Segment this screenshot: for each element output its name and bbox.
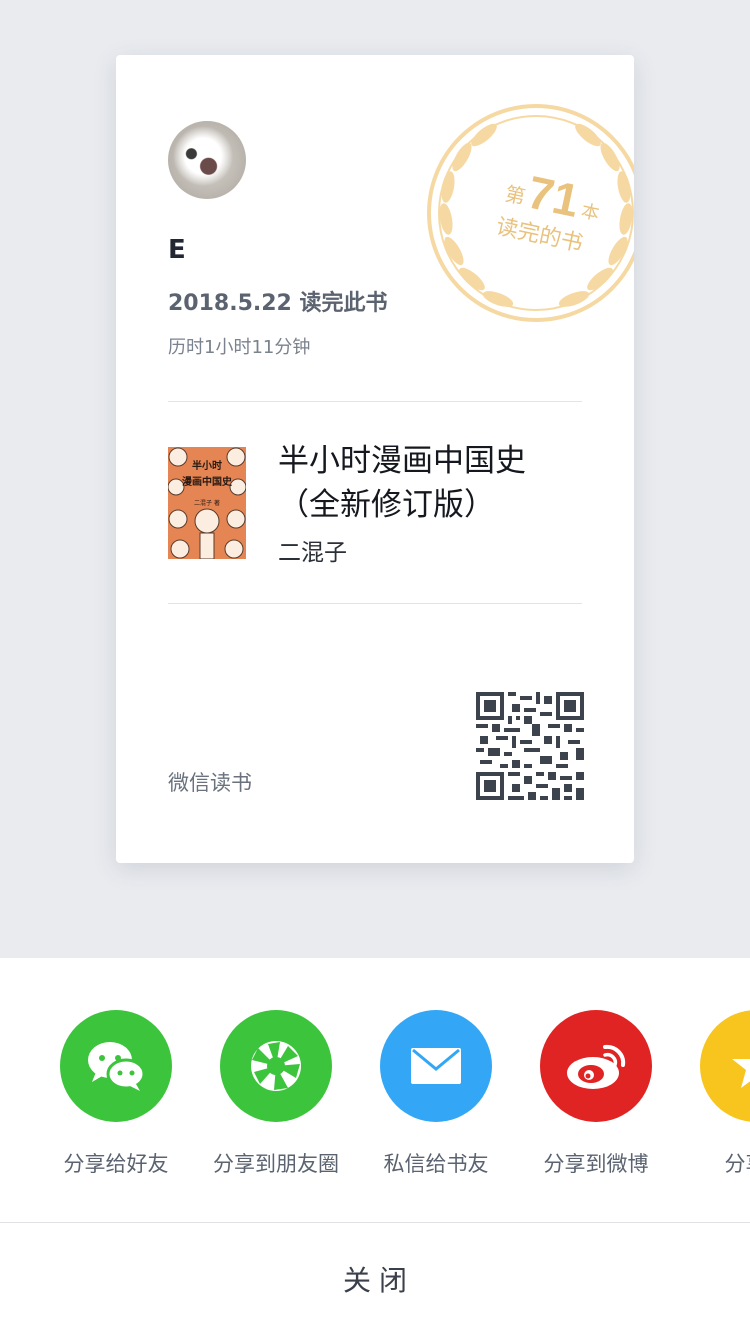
finished-book-card: E 2018.5.22 读完此书 历时1小时11分钟 第 71 本 读完的书 半… — [116, 55, 634, 863]
share-to-weibo-button[interactable]: 分享到微博 — [516, 1010, 676, 1190]
share-to-moments-label: 分享到朋友圈 — [213, 1152, 339, 1176]
book-cover[interactable]: 半小时 漫画中国史 二混子 著 — [168, 447, 246, 559]
badge-number: 71 — [523, 166, 584, 228]
divider — [168, 401, 582, 402]
cover-author: 二混子 著 — [194, 499, 220, 507]
share-to-other-label: 分享到 — [724, 1152, 750, 1176]
reading-duration: 历时1小时11分钟 — [168, 337, 311, 358]
user-avatar — [168, 121, 246, 199]
share-to-moments-button[interactable]: 分享到朋友圈 — [196, 1010, 356, 1190]
cover-title-line1: 半小时 — [192, 459, 222, 472]
book-cover-art: 半小时 漫画中国史 二混子 著 — [168, 447, 246, 559]
share-to-other-button[interactable]: 分享到 — [676, 1010, 750, 1190]
share-options: 分享给好友 分享到朋友圈 私信给书友 分享到微博 分 — [0, 958, 750, 1222]
book-author: 二混子 — [278, 540, 347, 566]
book-title[interactable]: 半小时漫画中国史（全新修订版） — [278, 439, 578, 527]
divider — [168, 603, 582, 604]
qr-code-icon — [476, 692, 584, 800]
moments-icon — [220, 1010, 332, 1122]
message-book-friend-label: 私信给书友 — [383, 1152, 489, 1176]
share-to-friend-button[interactable]: 分享给好友 — [36, 1010, 196, 1190]
share-to-weibo-label: 分享到微博 — [543, 1152, 649, 1176]
share-sheet: 分享给好友 分享到朋友圈 私信给书友 分享到微博 分 关闭 — [0, 958, 750, 1334]
close-button[interactable]: 关闭 — [0, 1223, 750, 1334]
mail-icon — [380, 1010, 492, 1122]
wechat-icon — [60, 1010, 172, 1122]
laurel-badge-icon: 第 71 本 读完的书 — [427, 104, 634, 322]
badge-prefix: 第 — [503, 182, 527, 209]
finish-date: 2018.5.22 读完此书 — [168, 291, 388, 316]
cover-title-line2: 漫画中国史 — [182, 475, 233, 488]
app-brand: 微信读书 — [168, 771, 252, 795]
share-to-friend-label: 分享给好友 — [63, 1152, 169, 1176]
star-icon — [700, 1010, 750, 1122]
weibo-icon — [540, 1010, 652, 1122]
badge-suffix: 本 — [579, 201, 601, 224]
username: E — [168, 235, 186, 265]
message-book-friend-button[interactable]: 私信给书友 — [356, 1010, 516, 1190]
